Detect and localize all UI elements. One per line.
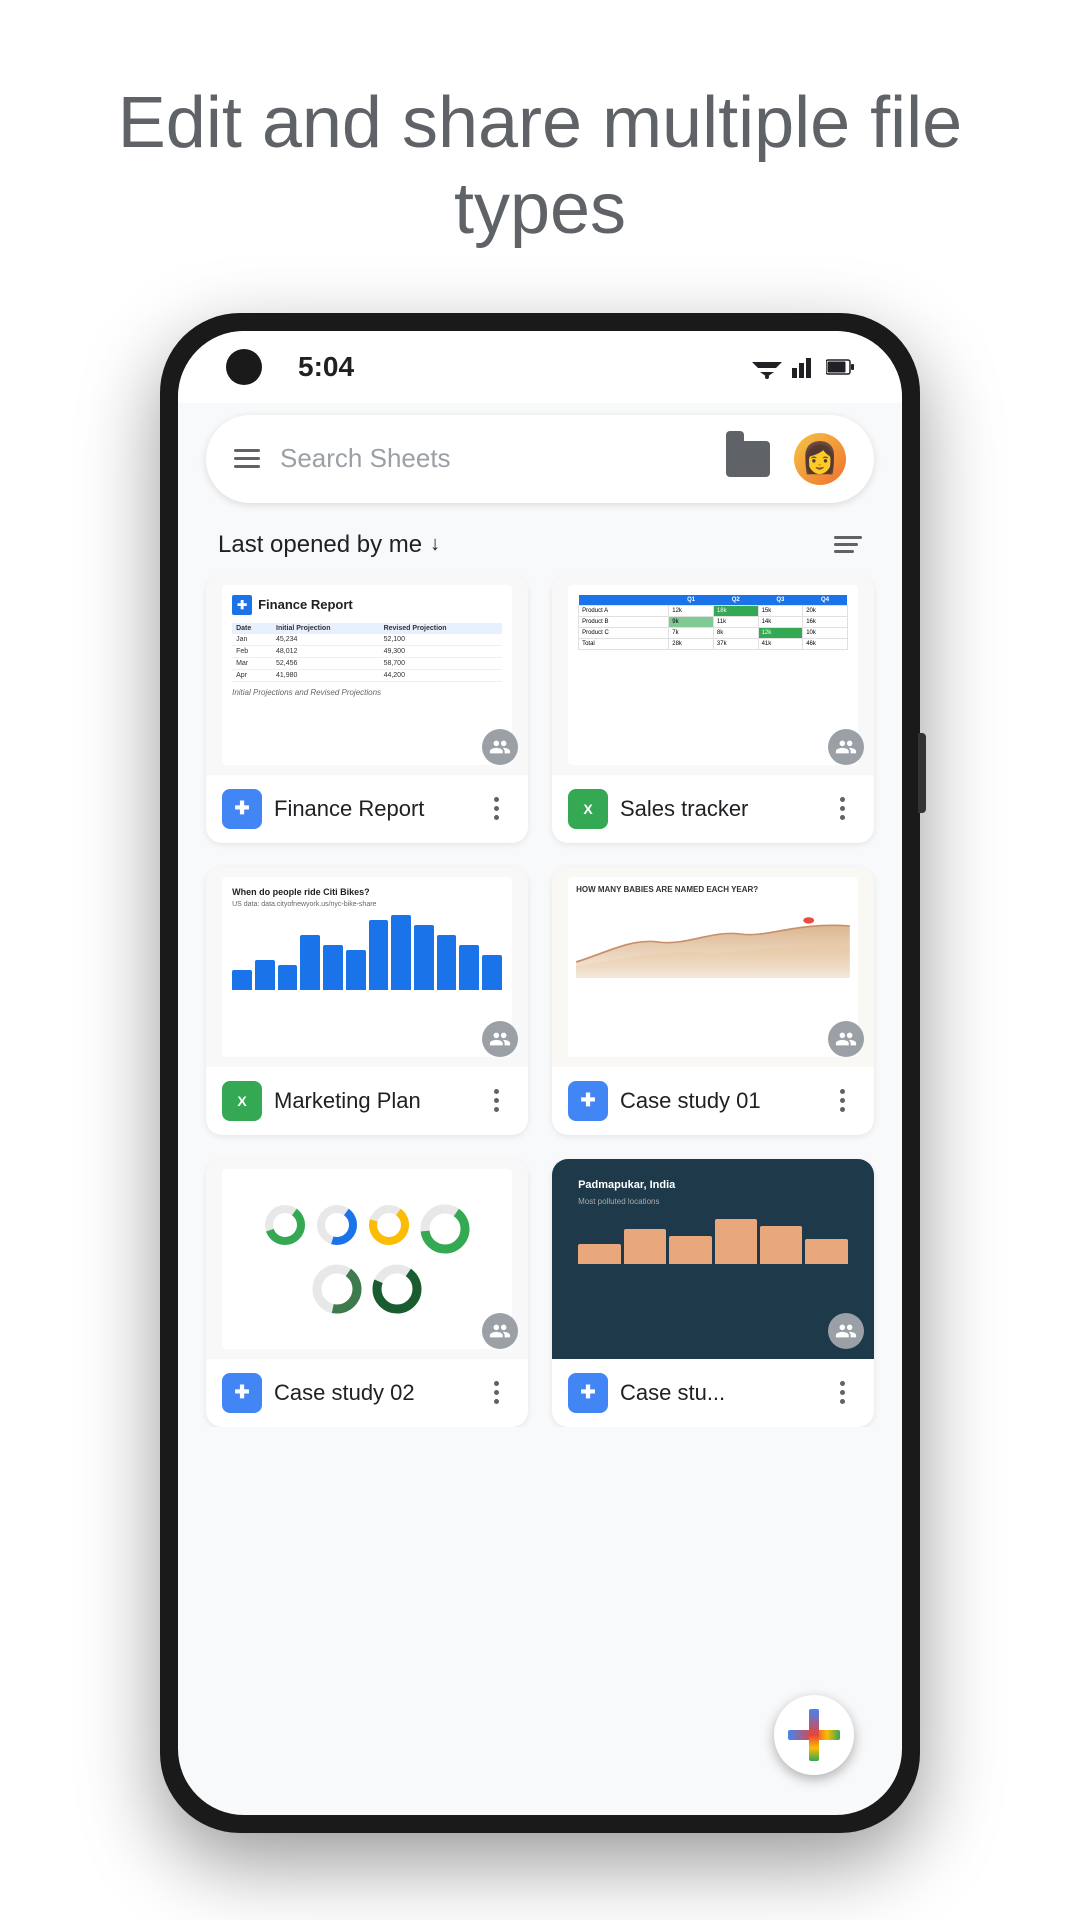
file-thumb-case-study-01: HOW MANY BABIES ARE NAMED EACH YEAR? — [552, 867, 874, 1067]
file-info-marketing: X Marketing Plan — [206, 1067, 528, 1135]
view-toggle-icon[interactable] — [834, 536, 862, 553]
phone-device: 5:04 — [160, 313, 920, 1833]
file-badge-sales: X — [568, 789, 608, 829]
file-card-finance-report[interactable]: ✚ Finance Report DateInitial ProjectionR… — [206, 575, 528, 843]
avatar-image: 👩 — [801, 441, 838, 476]
file-name-finance: Finance Report — [274, 796, 468, 822]
file-thumb-case-study-02 — [206, 1159, 528, 1359]
shared-icon-case03 — [828, 1313, 864, 1349]
battery-icon — [826, 358, 854, 376]
folder-icon[interactable] — [722, 437, 774, 481]
sort-bar: Last opened by me ↓ — [178, 515, 902, 575]
status-icons — [752, 355, 854, 379]
file-info-case01: ✚ Case study 01 — [552, 1067, 874, 1135]
file-name-case03: Case stu... — [620, 1380, 814, 1406]
phone-screen: 5:04 — [178, 331, 902, 1815]
sort-label[interactable]: Last opened by me ↓ — [218, 531, 440, 559]
wifi-icon — [752, 355, 782, 379]
more-menu-sales[interactable] — [826, 793, 858, 825]
file-thumb-sales-tracker: Q1Q2Q3Q4 Product A12k18k15k20k Product B… — [552, 575, 874, 775]
file-name-marketing: Marketing Plan — [274, 1088, 468, 1114]
shared-icon-sales — [828, 729, 864, 765]
shared-icon-case01 — [828, 1021, 864, 1057]
file-name-sales: Sales tracker — [620, 796, 814, 822]
shared-icon-case02 — [482, 1313, 518, 1349]
file-card-case-study-03[interactable]: Padmapukar, India Most polluted location… — [552, 1159, 874, 1427]
file-thumb-finance-report: ✚ Finance Report DateInitial ProjectionR… — [206, 575, 528, 775]
file-thumb-case-study-03: Padmapukar, India Most polluted location… — [552, 1159, 874, 1359]
file-info-case02: ✚ Case study 02 — [206, 1359, 528, 1427]
search-input[interactable]: Search Sheets — [280, 443, 702, 474]
file-card-sales-tracker[interactable]: Q1Q2Q3Q4 Product A12k18k15k20k Product B… — [552, 575, 874, 843]
google-plus-icon — [788, 1709, 840, 1761]
file-badge-case02: ✚ — [222, 1373, 262, 1413]
more-menu-case01[interactable] — [826, 1085, 858, 1117]
file-badge-finance: ✚ — [222, 789, 262, 829]
more-menu-case03[interactable] — [826, 1377, 858, 1409]
file-badge-marketing: X — [222, 1081, 262, 1121]
status-time: 5:04 — [298, 351, 354, 383]
file-info-sales: X Sales tracker — [552, 775, 874, 843]
hamburger-menu-icon[interactable] — [234, 449, 260, 468]
file-badge-case03: ✚ — [568, 1373, 608, 1413]
shared-icon-finance — [482, 729, 518, 765]
hero-title: Edit and share multiple file types — [0, 0, 1080, 313]
sort-arrow-icon: ↓ — [430, 533, 440, 556]
more-menu-marketing[interactable] — [480, 1085, 512, 1117]
file-info-finance: ✚ Finance Report — [206, 775, 528, 843]
file-name-case01: Case study 01 — [620, 1088, 814, 1114]
file-info-case03: ✚ Case stu... — [552, 1359, 874, 1427]
file-name-case02: Case study 02 — [274, 1380, 468, 1406]
signal-icon — [792, 356, 816, 378]
file-card-marketing-plan[interactable]: When do people ride Citi Bikes? US data:… — [206, 867, 528, 1135]
status-bar: 5:04 — [178, 331, 902, 403]
more-menu-case02[interactable] — [480, 1377, 512, 1409]
search-bar[interactable]: Search Sheets 👩 — [206, 415, 874, 503]
shared-icon-marketing — [482, 1021, 518, 1057]
file-grid: ✚ Finance Report DateInitial ProjectionR… — [178, 575, 902, 1427]
avatar[interactable]: 👩 — [794, 433, 846, 485]
sort-label-text: Last opened by me — [218, 531, 422, 559]
file-card-case-study-01[interactable]: HOW MANY BABIES ARE NAMED EACH YEAR? — [552, 867, 874, 1135]
file-card-case-study-02[interactable]: ✚ Case study 02 — [206, 1159, 528, 1427]
file-thumb-marketing-plan: When do people ride Citi Bikes? US data:… — [206, 867, 528, 1067]
more-menu-finance[interactable] — [480, 793, 512, 825]
file-badge-case01: ✚ — [568, 1081, 608, 1121]
fab-button[interactable] — [774, 1695, 854, 1775]
